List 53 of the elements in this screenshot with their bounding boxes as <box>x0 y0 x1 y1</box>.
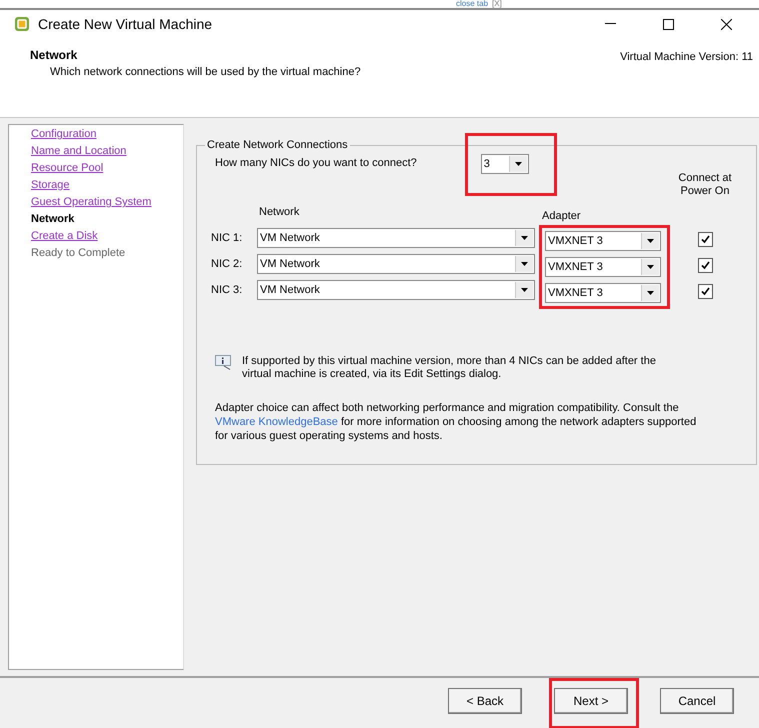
page-subtitle: Which network connections will be used by the virtual machine? <box>50 66 361 78</box>
page-title: Network <box>30 48 78 62</box>
wizard-step: Ready to Complete <box>31 246 183 260</box>
group-title: Create Network Connections <box>206 139 349 151</box>
wizard-step[interactable]: Resource Pool <box>31 161 183 175</box>
version-label: Virtual Machine Version: 11 <box>620 51 753 65</box>
network-select[interactable]: VM Network <box>257 254 535 274</box>
caret-icon <box>647 291 654 295</box>
wizard-step[interactable]: Guest Operating System <box>31 195 183 209</box>
adapter-select[interactable]: VMXNET 3 <box>545 283 661 303</box>
nic-label: NIC 1: <box>211 231 244 246</box>
column-header: Connect at Power On <box>677 172 733 199</box>
knowledgebase-link[interactable]: VMware KnowledgeBase <box>215 416 338 428</box>
checkbox[interactable] <box>698 232 712 247</box>
network-select[interactable]: VM Network <box>257 228 535 248</box>
checkmark-icon <box>700 235 710 244</box>
column-header: Network <box>259 206 300 218</box>
adapter-select[interactable]: VMXNET 3 <box>545 231 661 251</box>
column-header: Adapter <box>542 210 581 222</box>
wizard-step[interactable]: Create a Disk <box>31 229 183 243</box>
tab-close[interactable]: [X] <box>492 0 502 8</box>
caret-icon <box>521 262 528 266</box>
window-title: Create New Virtual Machine <box>38 16 214 32</box>
info-icon <box>215 355 232 370</box>
wizard-button[interactable]: Cancel <box>660 688 734 714</box>
nic-label: NIC 3: <box>211 283 244 298</box>
wizard-step[interactable]: Name and Location <box>31 144 183 158</box>
adapter-select[interactable]: VMXNET 3 <box>545 257 661 277</box>
network-select[interactable]: VM Network <box>257 280 535 300</box>
close-icon <box>720 18 732 30</box>
caret-icon <box>521 236 528 240</box>
wizard-step[interactable]: Network <box>31 212 183 226</box>
info-text: If supported by this virtual machine version, more than 4 NICs can be added after the virtual machine is created, via its Edit Settings dialog. <box>242 355 657 381</box>
nic-count-label: How many NICs do you want to connect? <box>215 157 417 169</box>
checkbox[interactable] <box>698 258 712 273</box>
caret-icon <box>647 239 654 243</box>
wizard-button[interactable]: Next > <box>554 688 628 714</box>
checkmark-icon <box>700 261 710 270</box>
caret-icon <box>521 288 528 292</box>
wizard-step[interactable]: Storage <box>31 178 183 192</box>
nic-count-select[interactable]: 3 <box>480 154 529 174</box>
maximize-icon <box>662 18 674 30</box>
checkbox[interactable] <box>698 284 712 299</box>
tab-label[interactable]: close tab <box>456 0 488 8</box>
adapter-note: Adapter choice can affect both networking performance and migration compatibility. Consult the VMware KnowledgeBase for more information on choosing among the network adapters supported for various guest operating systems and hosts. <box>215 401 698 443</box>
caret-icon <box>647 265 654 269</box>
minimize-icon <box>604 23 616 25</box>
app-logo-icon <box>14 16 30 32</box>
caret-icon <box>514 162 522 166</box>
checkmark-icon <box>700 287 710 296</box>
wizard-button[interactable]: < Back <box>448 688 522 714</box>
nic-label: NIC 2: <box>211 257 244 272</box>
wizard-step[interactable]: Configuration <box>31 127 183 141</box>
